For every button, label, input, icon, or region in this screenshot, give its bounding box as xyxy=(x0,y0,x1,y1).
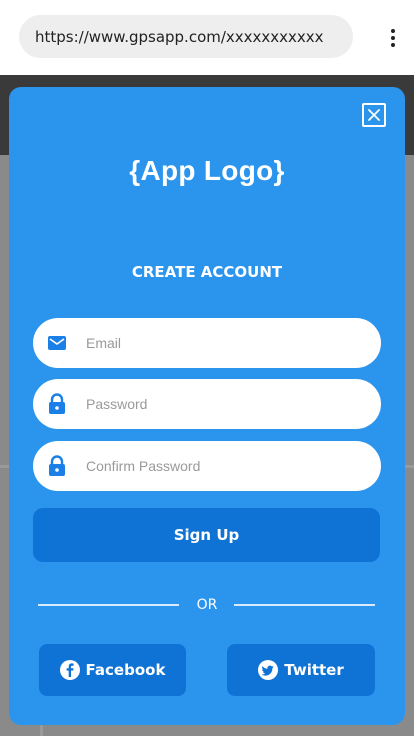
password-placeholder: Password xyxy=(86,396,148,412)
signup-modal: {App Logo} CREATE ACCOUNT Email Password xyxy=(9,87,405,725)
facebook-button[interactable]: Facebook xyxy=(39,644,186,696)
app-logo: {App Logo} xyxy=(129,155,285,186)
facebook-label: Facebook xyxy=(85,661,166,679)
twitter-icon xyxy=(258,660,279,680)
close-button[interactable] xyxy=(362,103,386,127)
facebook-icon xyxy=(59,660,80,680)
close-icon xyxy=(368,109,380,121)
divider-left xyxy=(38,604,179,606)
email-field[interactable]: Email xyxy=(33,318,381,368)
address-bar[interactable]: https://www.gpsapp.com/xxxxxxxxxxx xyxy=(19,15,353,58)
confirm-password-placeholder: Confirm Password xyxy=(86,458,201,474)
menu-dots-icon[interactable] xyxy=(384,26,402,50)
lock-icon xyxy=(46,393,68,415)
or-separator: OR xyxy=(196,597,218,613)
divider-right xyxy=(234,604,375,606)
mail-icon xyxy=(46,332,68,354)
sign-up-button[interactable]: Sign Up xyxy=(33,508,380,562)
confirm-password-field[interactable]: Confirm Password xyxy=(33,441,381,491)
page-title: CREATE ACCOUNT xyxy=(131,263,283,281)
twitter-label: Twitter xyxy=(284,661,344,679)
email-placeholder: Email xyxy=(86,335,122,351)
password-field[interactable]: Password xyxy=(33,379,381,429)
browser-toolbar: https://www.gpsapp.com/xxxxxxxxxxx xyxy=(0,0,414,75)
twitter-button[interactable]: Twitter xyxy=(227,644,375,696)
lock-icon xyxy=(46,455,68,477)
